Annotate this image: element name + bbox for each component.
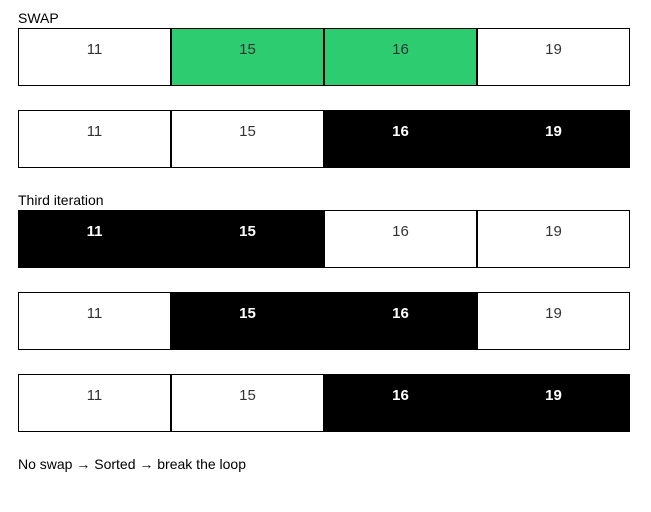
swap-label: SWAP: [18, 10, 633, 26]
array-cell: 19: [477, 292, 630, 350]
third-iteration-label: Third iteration: [18, 192, 633, 208]
array-cell: 16: [324, 110, 477, 168]
array-row: 11 15 16 19: [18, 28, 630, 86]
array-cell: 16: [324, 210, 477, 268]
array-cell: 15: [171, 292, 324, 350]
array-cell: 11: [18, 28, 171, 86]
array-cell: 15: [171, 110, 324, 168]
array-cell: 19: [477, 210, 630, 268]
footer-label: No swap → Sorted → break the loop: [18, 456, 633, 472]
array-cell: 11: [18, 374, 171, 432]
array-cell: 19: [477, 374, 630, 432]
array-cell: 11: [18, 292, 171, 350]
array-cell: 16: [324, 28, 477, 86]
array-cell: 11: [18, 210, 171, 268]
array-cell: 16: [324, 292, 477, 350]
array-cell: 15: [171, 210, 324, 268]
array-cell: 16: [324, 374, 477, 432]
array-row: 11 15 16 19: [18, 110, 630, 168]
array-cell: 15: [171, 28, 324, 86]
array-cell: 15: [171, 374, 324, 432]
array-cell: 19: [477, 28, 630, 86]
array-row: 11 15 16 19: [18, 210, 630, 268]
array-cell: 19: [477, 110, 630, 168]
array-row: 11 15 16 19: [18, 292, 630, 350]
array-row: 11 15 16 19: [18, 374, 630, 432]
array-cell: 11: [18, 110, 171, 168]
